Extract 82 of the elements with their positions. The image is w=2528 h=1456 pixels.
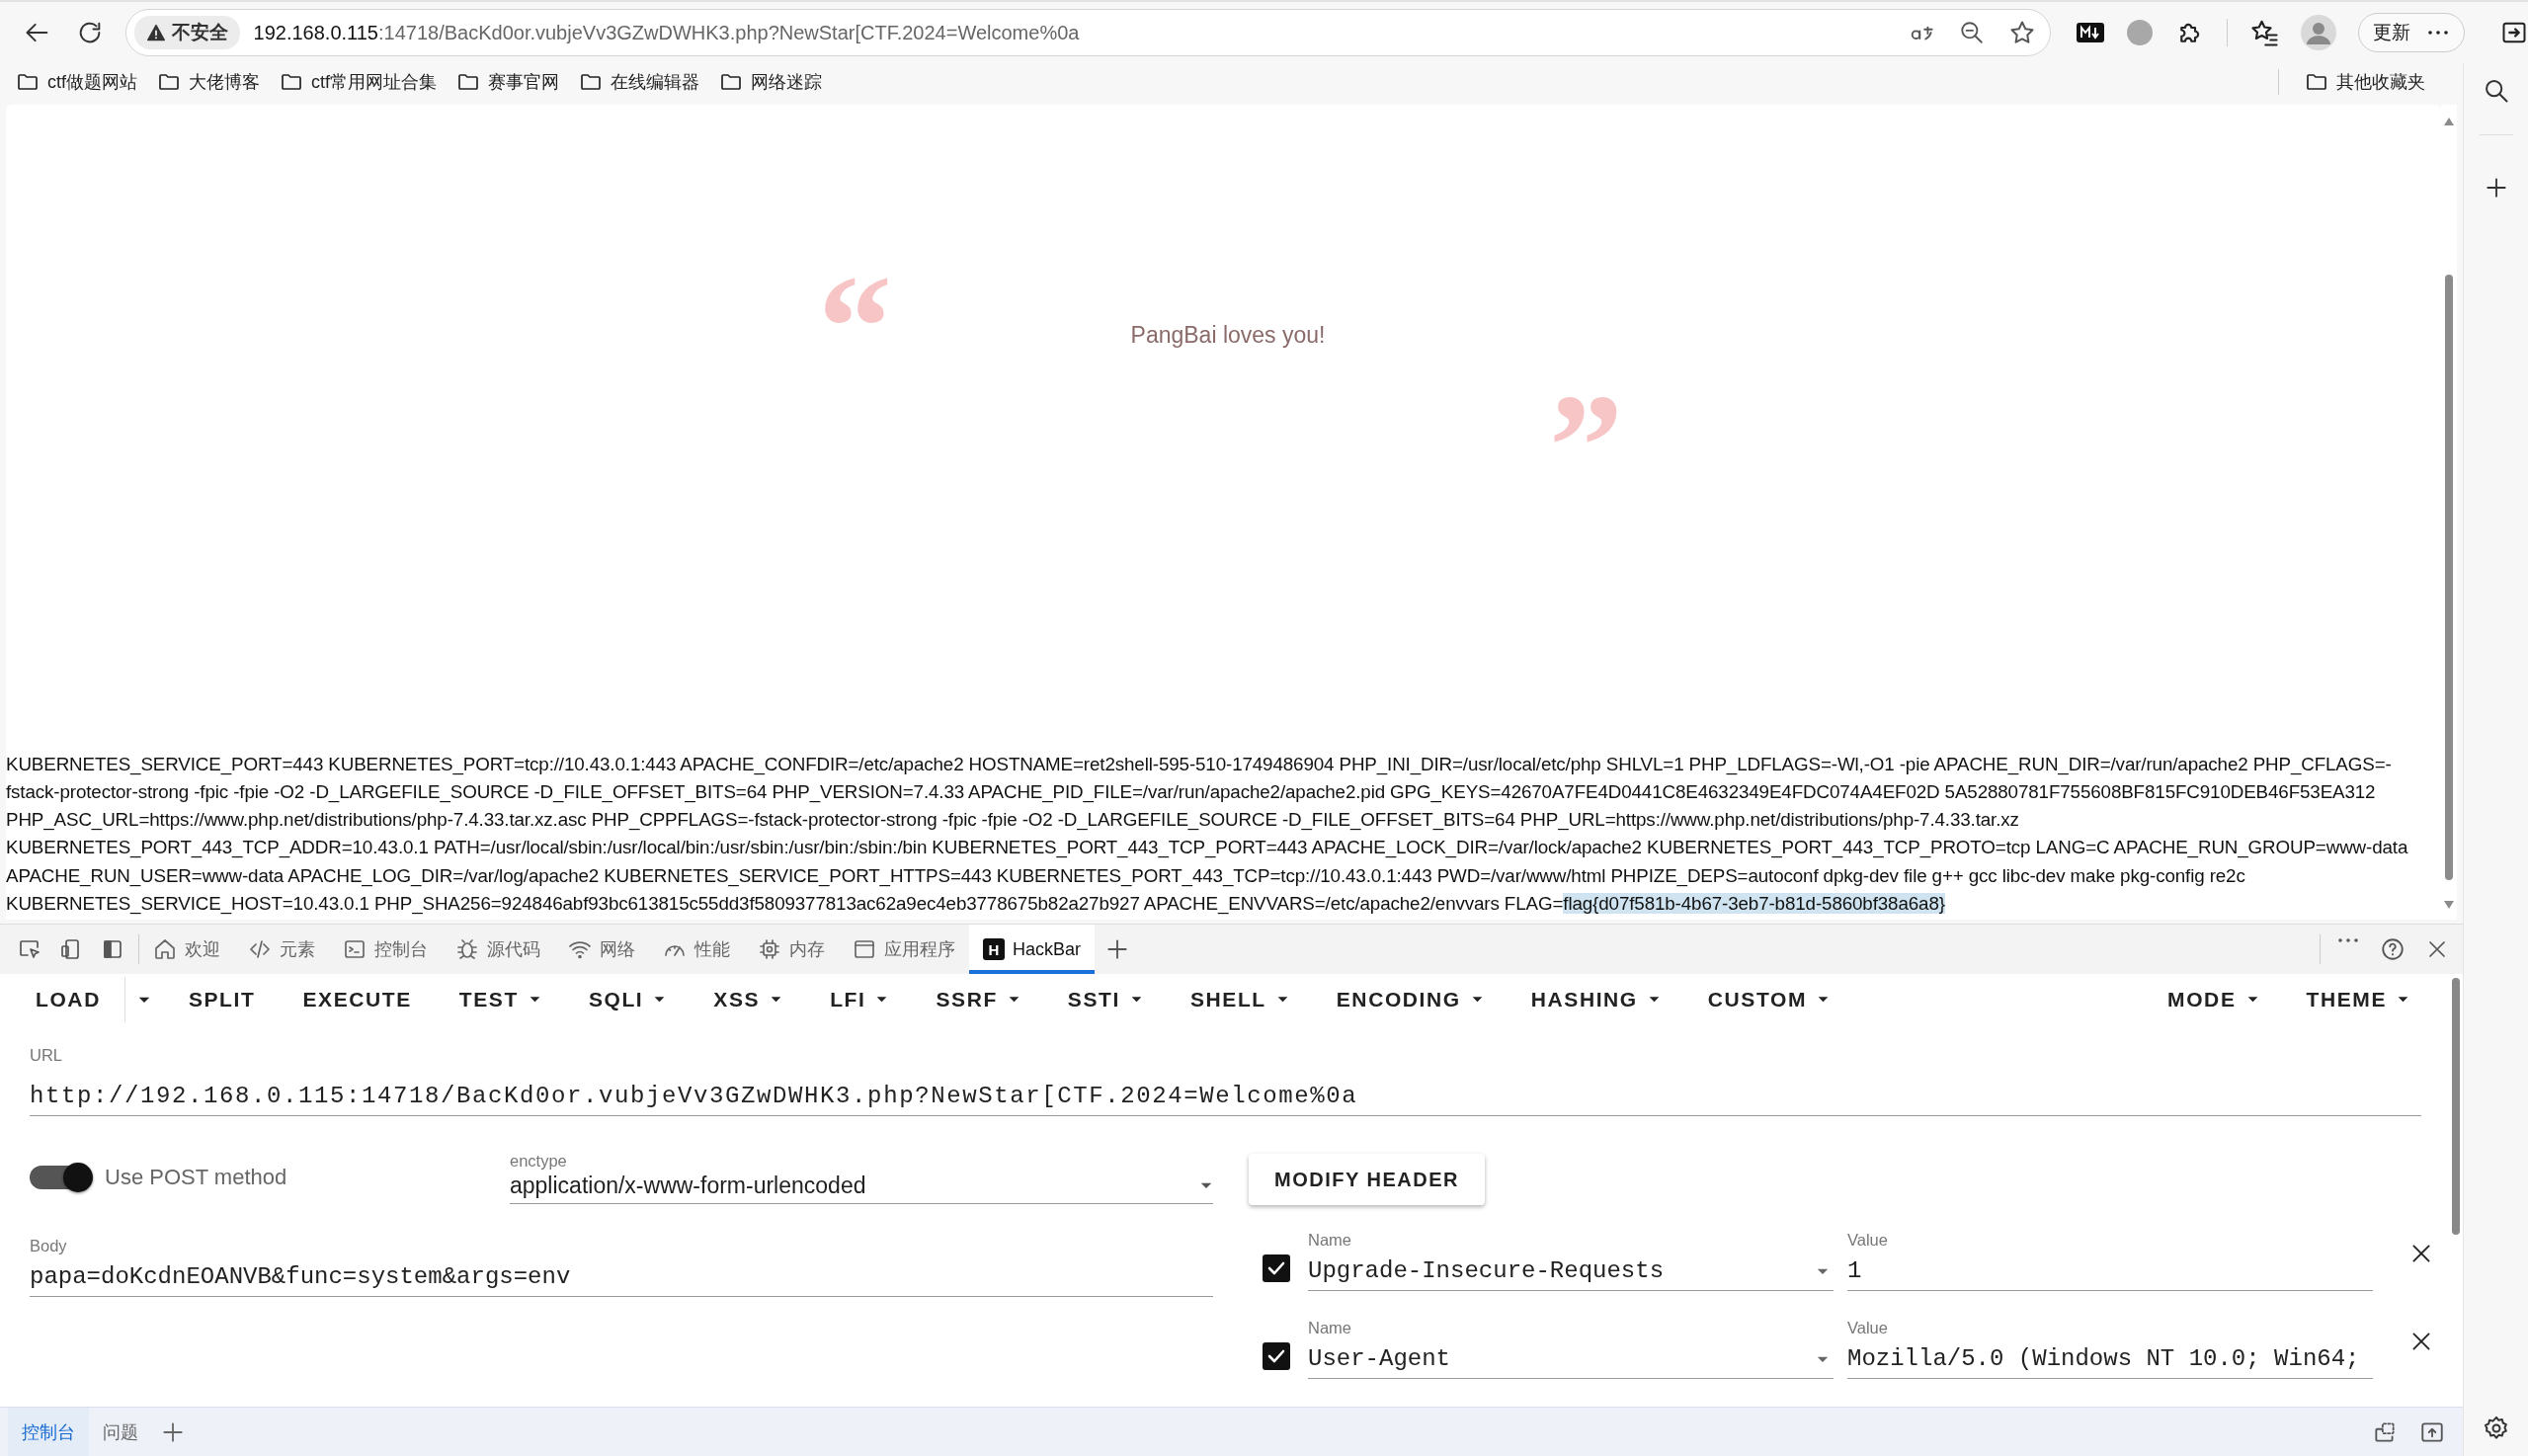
settings-icon[interactable]	[2482, 1415, 2510, 1442]
chip-icon	[758, 937, 781, 961]
menu-button[interactable]: HASHING	[1507, 976, 1684, 1022]
home-icon	[153, 937, 177, 961]
help-icon[interactable]	[2380, 936, 2406, 962]
drawer-tab[interactable]: 问题	[89, 1408, 152, 1456]
header-name-field[interactable]: User-Agent	[1308, 1337, 1834, 1379]
bug-icon	[455, 937, 479, 961]
menu-button[interactable]: LFI	[806, 976, 913, 1022]
menu-button[interactable]: MODE	[2144, 976, 2283, 1022]
dock-side-icon[interactable]	[101, 937, 124, 961]
devtools-tab[interactable]: 网络	[554, 925, 649, 974]
avatar-icon[interactable]	[2301, 15, 2336, 50]
bookmark[interactable]: 大佬博客	[157, 70, 260, 94]
field-label: Value	[1847, 1231, 1889, 1250]
console-icon	[343, 937, 367, 961]
body-field[interactable]: papa=doKcdnEOANVB&func=system&args=env	[30, 1255, 1213, 1297]
devtools-tab[interactable]: 内存	[744, 925, 839, 974]
devtools-tab[interactable]: 欢迎	[139, 925, 234, 974]
devtools-tab[interactable]: 元素	[234, 925, 329, 974]
bookmark[interactable]: 在线编辑器	[579, 70, 700, 94]
url-field[interactable]: http://192.168.0.115:14718/BacKd0or.vubjeVv3GZwDWHK3.php?NewStar[CTF.2024=Welcome%0a	[30, 1075, 2421, 1116]
menu-button[interactable]: THEME	[2282, 976, 2433, 1022]
address-bar[interactable]: 不安全 192.168.0.115:14718/BacKd0or.vubjeVv3GZwDWHK3.php?NewStar[CTF.2024=Welcome%0a	[124, 9, 2051, 56]
bookmark[interactable]: ctf做题网站	[16, 70, 137, 94]
menu-button[interactable]: LOAD	[12, 976, 124, 1022]
menu-button[interactable]: SPLIT	[164, 976, 280, 1022]
warning-icon	[145, 23, 166, 42]
menu-button[interactable]: XSS	[690, 976, 807, 1022]
star-icon[interactable]	[2008, 19, 2036, 46]
environment-output: KUBERNETES_SERVICE_PORT=443 KUBERNETES_PORT=tcp://10.43.0.1:443 APACHE_CONFDIR=/etc/apache2 HOSTNAME=ret2shell-595-510-1749486904 PHP_INI_DIR=/usr/local/etc/php SHLVL=1 PHP_LDFLAGS=-Wl,-O1 -pie APACHE_RUN_DIR=/var/run/apache2 PHP_CFLAGS=-fstack-protector-strong -fpic -fpie -O2 -D_LARGEFILE_SOURCE -D_FILE_OFFSET_BITS=64 PHP_VERSION=7.4.33 APACHE_PID_FILE=/var/run/apache2/apache2.pid GPG_KEYS=42670A7FE4D0441C8E4632349E4FDC074A4EF02D 5A52880781F755608BF815FC910DEB46F53EA312 PHP_ASC_URL=https://www.php.net/distributions/php-7.4.33.tar.xz.asc PHP_CPPFLAGS=-fstack-protector-strong -fpic -fpie -O2 -D_LARGEFILE_SOURCE -D_FILE_OFFSET_BITS=64 PHP_URL=https://www.php.net/distributions/php-7.4.33.tar.xz KUBERNETES_PORT_443_TCP_ADDR=10.43.0.1 PATH=/usr/local/sbin:/usr/local/bin:/usr/sbin:/usr/bin:/sbin:/bin KUBERNETES_PORT_443_TCP_PORT=443 APACHE_LOCK_DIR=/var/lock/apache2 KUBERNETES_PORT_443_TCP_PROTO=tcp LANG=C APACHE_RUN_GROUP=www-data APACHE_RUN_USER=www-data APACHE_LOG_DIR=/var/log/apache2 KUBERNETES_SERVICE_PORT_HTTPS=443 KUBERNETES_PORT_443_TCP=tcp://10.43.0.1:443 PWD=/var/www/html PHPIZE_DEPS=autoconf dpkg-dev file g++ gcc libc-dev make pkg-config re2c KUBERNETES_SERVICE_HOST=10.43.0.1 PHP_SHA256=924846abf93bc613815c55dd3f5809377813ac62a9ec4eb3778675b82a27b927 APACHE_ENVVARS=/etc/apache2/envvars FLAG=flag{d07f581b-4b67-3eb7-b81d-5860bf38a6a8}	[6, 752, 2409, 917]
devtools-tab[interactable]: 控制台	[329, 925, 442, 974]
security-indicator[interactable]: 不安全	[133, 16, 240, 49]
checkbox[interactable]	[1263, 1254, 1290, 1282]
field-label: URL	[30, 1046, 63, 1065]
field-label: Name	[1308, 1231, 1352, 1250]
devtools-tab[interactable]: 源代码	[442, 925, 554, 974]
hackbar-logo: H	[983, 938, 1005, 960]
bookmark[interactable]: 网络迷踪	[719, 70, 823, 94]
update-button[interactable]: 更新	[2358, 13, 2465, 52]
menu-button[interactable]: SSRF	[912, 976, 1044, 1022]
devtools-tab[interactable]: 性能	[649, 925, 744, 974]
inspect-icon[interactable]	[18, 937, 41, 961]
toggle-label: Use POST method	[105, 1165, 288, 1190]
message-text: PangBai loves you!	[1129, 322, 1327, 349]
menu-button[interactable]: TEST	[435, 976, 565, 1022]
menu-button[interactable]: EXECUTE	[279, 976, 436, 1022]
bookmark[interactable]: 赛事官网	[456, 70, 560, 94]
scroll-down-icon[interactable]	[2443, 900, 2455, 910]
scrollbar-thumb[interactable]	[2452, 978, 2460, 1235]
field-label: Value	[1847, 1319, 1889, 1337]
header-value-field[interactable]: Mozilla/5.0 (Windows NT 10.0; Win64;	[1847, 1337, 2373, 1379]
bookmark[interactable]: ctf常用网址合集	[280, 70, 438, 94]
enctype-select[interactable]: application/x-www-form-urlencoded	[510, 1170, 1213, 1204]
more-icon	[2426, 30, 2450, 36]
field-label: Name	[1308, 1319, 1352, 1337]
other-bookmarks[interactable]: 其他收藏夹	[2305, 70, 2425, 94]
menu-button[interactable]: SQLI	[564, 976, 691, 1022]
scroll-up-icon[interactable]	[2443, 117, 2455, 126]
menu-button[interactable]: SSTI	[1043, 976, 1167, 1022]
field-label: enctype	[510, 1151, 568, 1171]
menu-button[interactable]: SHELL	[1166, 976, 1313, 1022]
page-scrollbar[interactable]	[2441, 105, 2457, 920]
header-value-field[interactable]: 1	[1847, 1250, 2373, 1291]
favorites-icon[interactable]	[2249, 18, 2279, 47]
window-icon	[853, 937, 876, 961]
devtools-tab[interactable]: 应用程序	[839, 925, 969, 974]
drawer-tab[interactable]: 控制台	[8, 1408, 89, 1456]
header-name-field[interactable]: Upgrade-Insecure-Requests	[1308, 1250, 1834, 1291]
open-quote-mark: “	[818, 253, 893, 362]
url-text: 192.168.0.115:14718/BacKd0or.vubjeVv3GZwDWHK3.php?NewStar[CTF.2024=Welcome%0a	[253, 21, 1081, 44]
menu-button[interactable]: ENCODING	[1312, 976, 1508, 1022]
code-icon	[248, 937, 272, 961]
devtools-tab[interactable]: H HackBar	[969, 925, 1096, 974]
field-label: Body	[30, 1237, 68, 1255]
checkbox[interactable]	[1263, 1342, 1290, 1370]
markdown-icon[interactable]	[2077, 23, 2104, 42]
close-quote-mark: ”	[1549, 371, 1624, 480]
toggle-switch[interactable]	[30, 1166, 91, 1189]
modify-header-button[interactable]: MODIFY HEADER	[1249, 1154, 1485, 1205]
zoom-out-icon[interactable]	[1959, 20, 1985, 45]
menu-button[interactable]: CUSTOM	[1683, 976, 1853, 1022]
